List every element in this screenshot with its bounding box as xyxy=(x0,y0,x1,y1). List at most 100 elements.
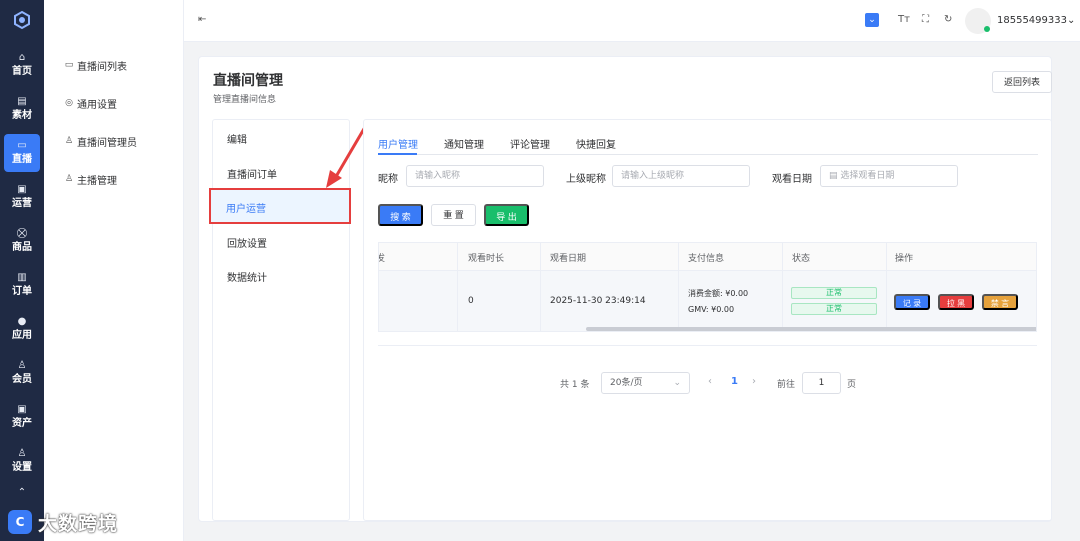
column-divider xyxy=(540,243,541,331)
next-page-icon[interactable]: › xyxy=(752,376,756,387)
nav-orders[interactable]: ▥ 订单 xyxy=(4,266,40,304)
user-ops-panel: 用户管理 通知管理 评论管理 快捷回复 昵称 请输入昵称 上级昵称 请输入上级昵… xyxy=(363,119,1052,521)
submenu-label: 直播间管理员 xyxy=(77,137,137,149)
table-horizontal-scrollbar[interactable] xyxy=(586,327,1036,331)
block-button[interactable]: 拉 黑 xyxy=(938,294,974,310)
parent-nickname-label: 上级昵称 xyxy=(566,174,606,185)
search-button[interactable]: 搜 索 xyxy=(378,204,423,226)
tab-notification-management[interactable]: 通知管理 xyxy=(444,136,484,151)
column-header-date: 观看日期 xyxy=(550,254,587,264)
prev-page-icon[interactable]: ‹ xyxy=(708,376,712,387)
cell-pay-amount: 消费金额: ¥0.00 xyxy=(688,289,749,298)
column-header-truncated: 发 xyxy=(379,251,385,264)
page-size-select[interactable]: 20条/页 ⌄ xyxy=(601,372,690,394)
fullscreen-icon[interactable]: ⛶ xyxy=(922,14,929,25)
back-to-list-button[interactable]: 返回列表 xyxy=(992,71,1052,93)
font-size-icon[interactable]: Tт xyxy=(898,14,910,25)
chevron-down-icon: ⌄ xyxy=(1067,15,1076,26)
column-divider xyxy=(782,243,783,331)
nav-live[interactable]: ▭ 直播 xyxy=(4,134,40,172)
column-header-status: 状态 xyxy=(792,254,811,264)
document-icon: ▥ xyxy=(17,272,27,283)
tab-user-management[interactable]: 用户管理 xyxy=(378,136,418,151)
main-nav-rail: ⌂ 首页 ▤ 素材 ▭ 直播 ▣ 运营 ⛒ 商品 ▥ 订单 ● 应用 ♙ 会员 … xyxy=(0,0,44,541)
nav-label: 会员 xyxy=(12,374,32,385)
nickname-label: 昵称 xyxy=(378,174,398,185)
nav-assets[interactable]: ▣ 资产 xyxy=(4,398,40,436)
status-badge: 正常 xyxy=(791,303,877,315)
settings-icon: ◎ xyxy=(65,98,73,108)
mute-button[interactable]: 禁 言 xyxy=(982,294,1018,310)
section-divider xyxy=(378,345,1037,346)
detail-menu-replay[interactable]: 回放设置 xyxy=(227,235,267,250)
column-header-actions: 操作 xyxy=(895,254,914,264)
nav-label: 应用 xyxy=(12,330,32,341)
brand-logo-icon: C xyxy=(8,510,32,534)
pagination-total: 共 1 条 xyxy=(560,380,590,390)
tab-quick-reply[interactable]: 快捷回复 xyxy=(576,136,616,151)
nickname-input[interactable]: 请输入昵称 xyxy=(406,165,544,187)
column-header-duration: 观看时长 xyxy=(468,254,505,264)
submenu-label: 通用设置 xyxy=(77,99,117,111)
goto-page-input[interactable]: 1 xyxy=(802,372,841,394)
nav-label: 资产 xyxy=(12,418,32,429)
material-icon: ▤ xyxy=(17,96,27,107)
watch-date-picker[interactable]: ▤ 选择观看日期 xyxy=(820,165,958,187)
nav-home[interactable]: ⌂ 首页 xyxy=(4,46,40,84)
record-button[interactable]: 记 录 xyxy=(894,294,930,310)
nav-material[interactable]: ▤ 素材 xyxy=(4,90,40,128)
detail-menu-orders[interactable]: 直播间订单 xyxy=(227,166,277,181)
refresh-icon[interactable]: ↻ xyxy=(944,14,952,25)
cell-pay-gmv: GMV: ¥0.00 xyxy=(688,305,735,314)
nav-scroll-up[interactable]: ⌃ xyxy=(4,486,40,500)
drop-icon: ● xyxy=(17,316,27,327)
nav-settings[interactable]: ♙ 设置 xyxy=(4,442,40,480)
parent-nickname-input[interactable]: 请输入上级昵称 xyxy=(612,165,750,187)
nav-members[interactable]: ♙ 会员 xyxy=(4,354,40,392)
user-menu[interactable]: 18555499333⌄ xyxy=(997,15,1075,26)
collapse-sidebar-icon[interactable]: ⇤ xyxy=(198,14,206,25)
watermark: C 大数跨境 xyxy=(8,508,118,536)
submenu-live-admins[interactable]: ♙ 直播间管理员 xyxy=(64,133,137,149)
detail-menu-edit[interactable]: 编辑 xyxy=(227,131,247,146)
page-title: 直播间管理 xyxy=(213,73,283,89)
nav-label: 素材 xyxy=(12,110,32,121)
page-subtitle: 管理直播间信息 xyxy=(213,95,277,105)
nav-goods[interactable]: ⛒ 商品 xyxy=(4,222,40,260)
current-page[interactable]: 1 xyxy=(731,376,738,387)
submenu-general-settings[interactable]: ◎ 通用设置 xyxy=(64,95,117,111)
tab-active-indicator xyxy=(378,153,417,155)
chevron-down-icon: ⌄ xyxy=(673,378,681,388)
tab-comment-management[interactable]: 评论管理 xyxy=(510,136,550,151)
language-switch-icon[interactable]: ⌄ xyxy=(865,13,879,27)
page-unit-label: 页 xyxy=(847,380,857,390)
table-header: 发 观看时长 观看日期 支付信息 状态 操作 xyxy=(379,243,1036,271)
nav-label: 商品 xyxy=(12,242,32,253)
video-icon: ▭ xyxy=(64,60,74,70)
detail-menu-stats[interactable]: 数据统计 xyxy=(227,269,267,284)
column-divider xyxy=(678,243,679,331)
nav-label: 订单 xyxy=(12,286,32,297)
page-size-value: 20条/页 xyxy=(610,378,643,388)
column-divider xyxy=(886,243,887,331)
nav-apps[interactable]: ● 应用 xyxy=(4,310,40,348)
top-header: ⇤ ⌄ Tт ⛶ ↻ 18555499333⌄ xyxy=(184,0,1080,42)
reset-button[interactable]: 重 置 xyxy=(431,204,476,226)
user-icon: ♙ xyxy=(64,136,74,146)
column-divider xyxy=(457,243,458,331)
user-account-name: 18555499333 xyxy=(997,15,1067,26)
chevron-up-icon: ⌃ xyxy=(17,487,27,498)
app-logo-icon[interactable] xyxy=(12,10,32,30)
nav-operation[interactable]: ▣ 运营 xyxy=(4,178,40,216)
calendar-icon: ▤ xyxy=(829,171,838,181)
nav-label: 直播 xyxy=(12,154,32,165)
inbox-icon: ▣ xyxy=(17,184,27,195)
cell-watch-date: 2025-11-30 23:49:14 xyxy=(550,296,646,306)
home-icon: ⌂ xyxy=(18,52,26,63)
submenu-live-list[interactable]: ▭ 直播间列表 xyxy=(64,57,127,73)
submenu-anchor-management[interactable]: ♙ 主播管理 xyxy=(64,171,117,187)
export-button[interactable]: 导 出 xyxy=(484,204,529,226)
detail-menu-user-ops[interactable]: 用户运营 xyxy=(226,200,266,215)
cell-duration: 0 xyxy=(468,296,474,306)
nav-label: 运营 xyxy=(12,198,32,209)
